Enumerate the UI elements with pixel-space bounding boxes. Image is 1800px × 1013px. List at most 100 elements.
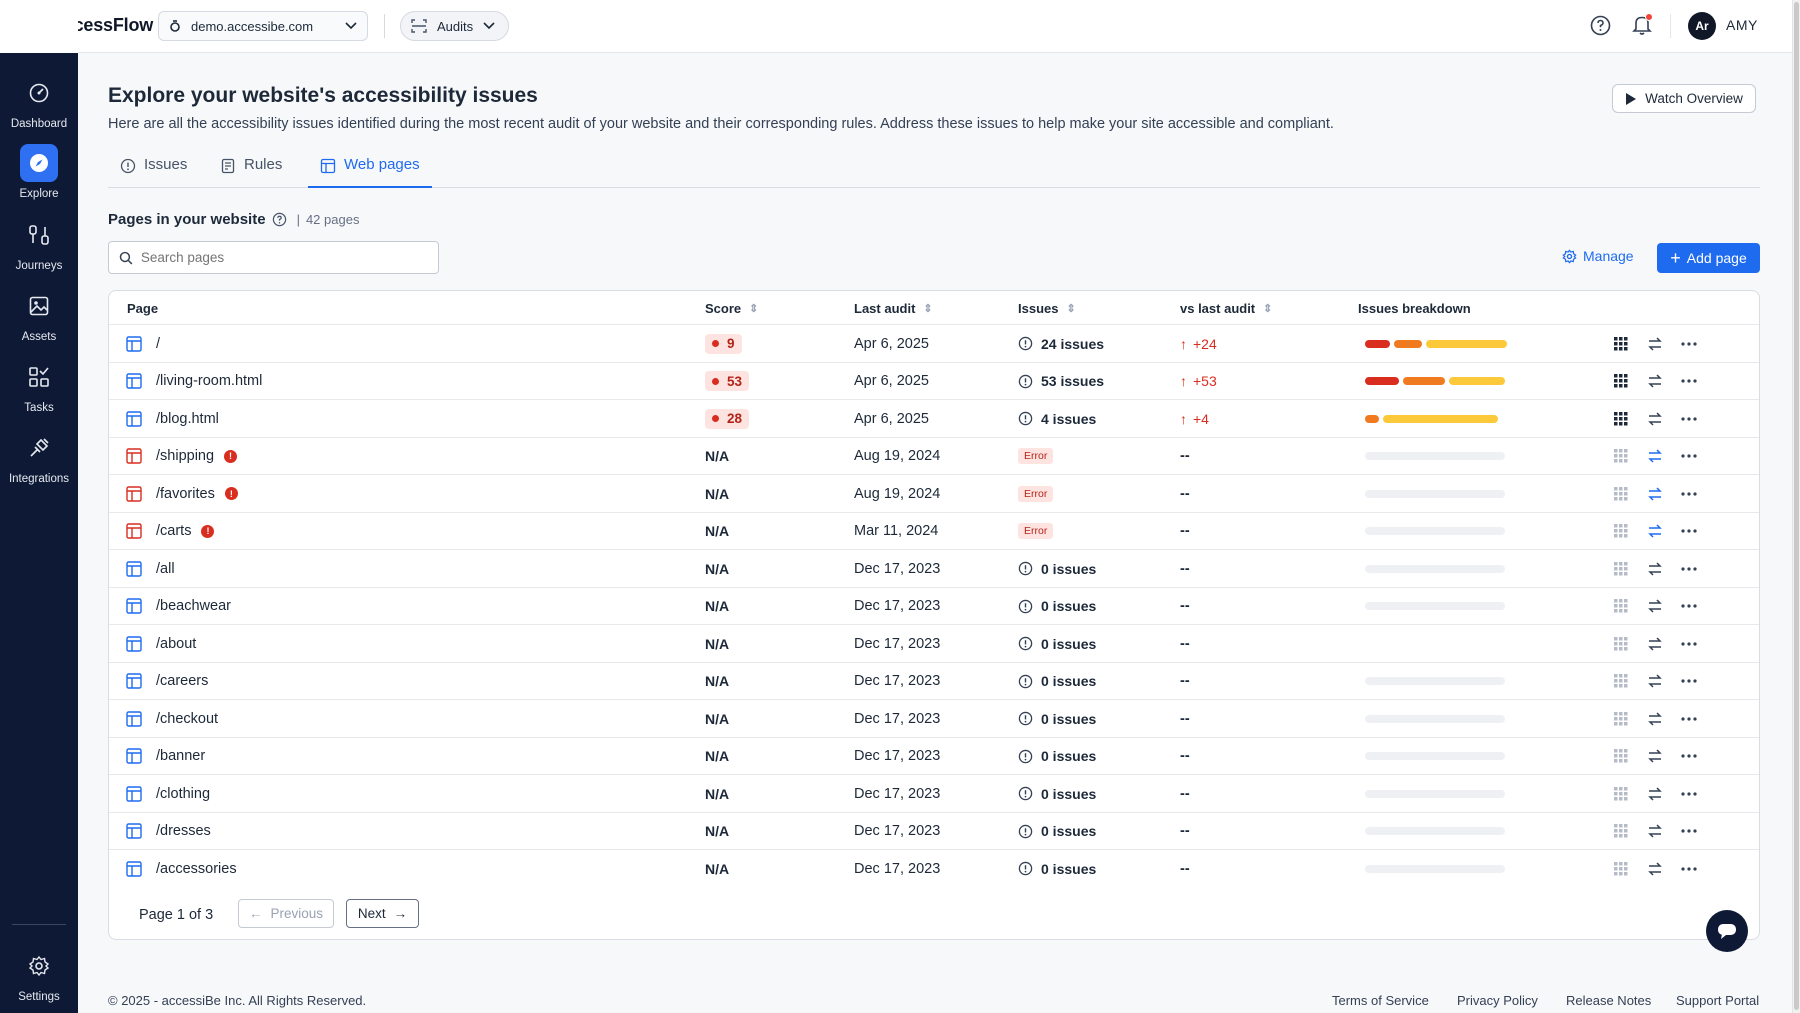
search-input[interactable]: [140, 250, 428, 265]
more-options-icon[interactable]: [1672, 754, 1706, 758]
page-path[interactable]: /careers: [156, 673, 208, 689]
more-options-icon[interactable]: [1672, 342, 1706, 346]
compare-icon[interactable]: [1638, 599, 1672, 613]
page-path[interactable]: /clothing: [156, 786, 210, 802]
page-path[interactable]: /living-room.html: [156, 373, 262, 389]
more-options-icon[interactable]: [1672, 567, 1706, 571]
page-cell[interactable]: /: [126, 325, 160, 363]
tab-web-pages[interactable]: Web pages: [308, 156, 432, 188]
audits-selector[interactable]: Audits: [400, 11, 509, 41]
more-options-icon[interactable]: [1672, 792, 1706, 796]
privacy-link[interactable]: Privacy Policy: [1457, 993, 1538, 1008]
table-row[interactable]: /favorites! N/A Aug 19, 2024 Error --: [109, 474, 1759, 512]
help-icon[interactable]: [272, 212, 287, 227]
table-row[interactable]: /dresses N/A Dec 17, 2023 0 issues --: [109, 811, 1759, 851]
search-field[interactable]: [108, 241, 439, 274]
issues-cell[interactable]: 0 issues: [1018, 625, 1096, 663]
compare-icon[interactable]: [1638, 674, 1672, 688]
watch-overview-button[interactable]: Watch Overview: [1612, 84, 1756, 113]
more-options-icon[interactable]: [1672, 717, 1706, 721]
page-path[interactable]: /about: [156, 636, 196, 652]
grid-view-icon[interactable]: [1604, 711, 1638, 726]
more-options-icon[interactable]: [1672, 379, 1706, 383]
page-path[interactable]: /banner: [156, 748, 205, 764]
compare-icon[interactable]: [1638, 787, 1672, 801]
grid-view-icon[interactable]: [1604, 486, 1638, 501]
sidebar-item-journeys[interactable]: Journeys: [0, 212, 78, 278]
compare-icon[interactable]: [1638, 749, 1672, 763]
grid-view-icon[interactable]: [1604, 561, 1638, 576]
issues-cell[interactable]: 0 issues: [1018, 738, 1096, 776]
previous-button[interactable]: ← Previous: [238, 899, 334, 928]
manage-button[interactable]: Manage: [1562, 248, 1634, 264]
more-options-icon[interactable]: [1672, 829, 1706, 833]
table-row[interactable]: /blog.html 28 Apr 6, 2025 4 issues ↑ +4: [109, 399, 1759, 437]
more-options-icon[interactable]: [1672, 642, 1706, 646]
more-options-icon[interactable]: [1672, 454, 1706, 458]
chat-button[interactable]: [1706, 910, 1748, 952]
more-options-icon[interactable]: [1672, 417, 1706, 421]
grid-view-icon[interactable]: [1604, 749, 1638, 763]
grid-view-icon[interactable]: [1604, 374, 1638, 388]
avatar[interactable]: Ar: [1688, 12, 1716, 40]
page-path[interactable]: /dresses: [156, 823, 211, 839]
page-cell[interactable]: /beachwear: [126, 588, 231, 626]
compare-icon[interactable]: [1638, 562, 1672, 576]
more-options-icon[interactable]: [1672, 604, 1706, 608]
issues-cell[interactable]: 0 issues: [1018, 813, 1096, 851]
tab-rules[interactable]: Rules: [208, 156, 294, 188]
page-path[interactable]: /shipping: [156, 448, 214, 464]
table-row[interactable]: /all N/A Dec 17, 2023 0 issues --: [109, 549, 1759, 587]
add-page-button[interactable]: + Add page: [1657, 243, 1760, 273]
column-header-last-audit[interactable]: Last audit ⇕: [854, 301, 933, 316]
user-name[interactable]: AMY: [1726, 17, 1758, 33]
sidebar-item-explore[interactable]: Explore: [0, 140, 78, 206]
page-path[interactable]: /accessories: [156, 861, 237, 877]
site-selector[interactable]: demo.accessibe.com: [158, 11, 368, 41]
issues-cell[interactable]: 53 issues: [1018, 363, 1104, 401]
compare-icon[interactable]: [1638, 824, 1672, 838]
issues-cell[interactable]: 0 issues: [1018, 850, 1096, 888]
issues-cell[interactable]: 0 issues: [1018, 550, 1096, 588]
compare-icon[interactable]: [1638, 412, 1672, 426]
grid-view-icon[interactable]: [1604, 824, 1638, 838]
page-cell[interactable]: /about: [126, 625, 196, 663]
next-button[interactable]: Next →: [346, 899, 419, 928]
table-row[interactable]: /about N/A Dec 17, 2023 0 issues --: [109, 624, 1759, 662]
table-row[interactable]: /clothing N/A Dec 17, 2023 0 issues --: [109, 774, 1759, 812]
page-cell[interactable]: /all: [126, 550, 175, 588]
page-path[interactable]: /: [156, 336, 160, 352]
grid-view-icon[interactable]: [1604, 674, 1638, 688]
page-cell[interactable]: /carts!: [126, 513, 215, 551]
compare-icon[interactable]: [1638, 487, 1672, 501]
sidebar-item-integrations[interactable]: Integrations: [0, 425, 78, 491]
more-options-icon[interactable]: [1672, 492, 1706, 496]
grid-view-icon[interactable]: [1604, 411, 1638, 426]
grid-view-icon[interactable]: [1604, 524, 1638, 538]
compare-icon[interactable]: [1638, 637, 1672, 651]
grid-view-icon[interactable]: [1604, 336, 1638, 351]
page-path[interactable]: /blog.html: [156, 411, 219, 427]
page-cell[interactable]: /living-room.html: [126, 363, 262, 401]
page-path[interactable]: /all: [156, 561, 175, 577]
release-notes-link[interactable]: Release Notes: [1566, 993, 1651, 1008]
compare-icon[interactable]: [1638, 524, 1672, 538]
issues-cell[interactable]: 4 issues: [1018, 400, 1096, 438]
page-path[interactable]: /carts: [156, 523, 191, 539]
page-cell[interactable]: /shipping!: [126, 438, 238, 476]
column-header-vs-last-audit[interactable]: vs last audit ⇕: [1180, 301, 1272, 316]
compare-icon[interactable]: [1638, 449, 1672, 463]
table-row[interactable]: /careers N/A Dec 17, 2023 0 issues --: [109, 661, 1759, 700]
compare-icon[interactable]: [1638, 374, 1672, 388]
column-header-score[interactable]: Score ⇕: [705, 301, 758, 316]
sidebar-item-tasks[interactable]: Tasks: [0, 354, 78, 420]
grid-view-icon[interactable]: [1604, 599, 1638, 613]
page-cell[interactable]: /accessories: [126, 850, 237, 888]
issues-cell[interactable]: 0 issues: [1018, 775, 1096, 813]
issues-cell[interactable]: 0 issues: [1018, 588, 1096, 626]
terms-link[interactable]: Terms of Service: [1332, 993, 1429, 1008]
table-row[interactable]: / 9 Apr 6, 2025 24 issues ↑ +24: [109, 324, 1759, 362]
page-cell[interactable]: /checkout: [126, 700, 218, 738]
more-options-icon[interactable]: [1672, 529, 1706, 533]
sidebar-item-dashboard[interactable]: Dashboard: [0, 70, 78, 136]
